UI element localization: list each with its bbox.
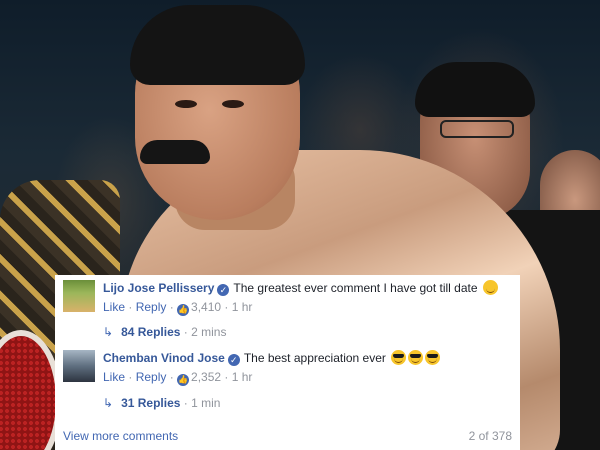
right-person-hair [415,62,535,117]
glasses [440,120,514,138]
like-count[interactable]: 3,410 [191,300,221,314]
comment-text: The best appreciation ever [243,351,386,365]
sunglasses-face-icon [425,350,441,365]
right-eye [222,100,244,108]
smiling-face-icon [482,280,498,295]
comments-panel: Lijo Jose Pellissery ✓ The greatest ever c… [55,275,520,450]
reply-link[interactable]: Reply [136,300,167,314]
like-link[interactable]: Like [103,300,125,314]
left-eye [175,100,197,108]
replies-link[interactable]: 84 Replies [121,325,180,339]
thumbs-up-icon: 👍 [177,304,190,316]
comment-time[interactable]: 1 hr [232,370,253,384]
replies-link[interactable]: 31 Replies [121,396,180,410]
like-count[interactable]: 2,352 [191,370,221,384]
reply-link[interactable]: Reply [136,370,167,384]
comment-text: The greatest ever comment I have got til… [233,281,478,295]
replies-row: ↳ 84 Replies · 2 mins [103,325,227,339]
comment-actions: Like · Reply · 👍 2,352 · 1 hr [103,370,253,386]
verified-badge-icon: ✓ [227,354,240,366]
avatar[interactable] [63,280,95,312]
like-link[interactable]: Like [103,370,125,384]
sunglasses-face-icon [391,350,407,365]
replies-row: ↳ 31 Replies · 1 min [103,396,221,410]
reply-arrow-icon: ↳ [103,325,114,339]
sunglasses-face-icon [408,350,424,365]
verified-badge-icon: ✓ [217,284,230,296]
view-more-comments-link[interactable]: View more comments [63,429,178,443]
mustache [140,140,210,164]
comment-line: Lijo Jose Pellissery ✓ The greatest ever c… [103,280,498,296]
comments-footer: View more comments 2 of 378 [63,429,512,443]
replies-time: 2 mins [191,325,227,339]
comment-actions: Like · Reply · 👍 3,410 · 1 hr [103,300,253,316]
thumbs-up-icon: 👍 [177,374,190,386]
reply-arrow-icon: ↳ [103,396,114,410]
comment-pager: 2 of 378 [468,429,512,443]
replies-time: 1 min [191,396,221,410]
comment-author[interactable]: Lijo Jose Pellissery [103,281,214,295]
avatar[interactable] [63,350,95,382]
main-person-hair [130,5,305,85]
comment-time[interactable]: 1 hr [232,300,253,314]
comment-author[interactable]: Chemban Vinod Jose [103,351,225,365]
comment-line: Chemban Vinod Jose ✓ The best appreciation… [103,350,441,366]
